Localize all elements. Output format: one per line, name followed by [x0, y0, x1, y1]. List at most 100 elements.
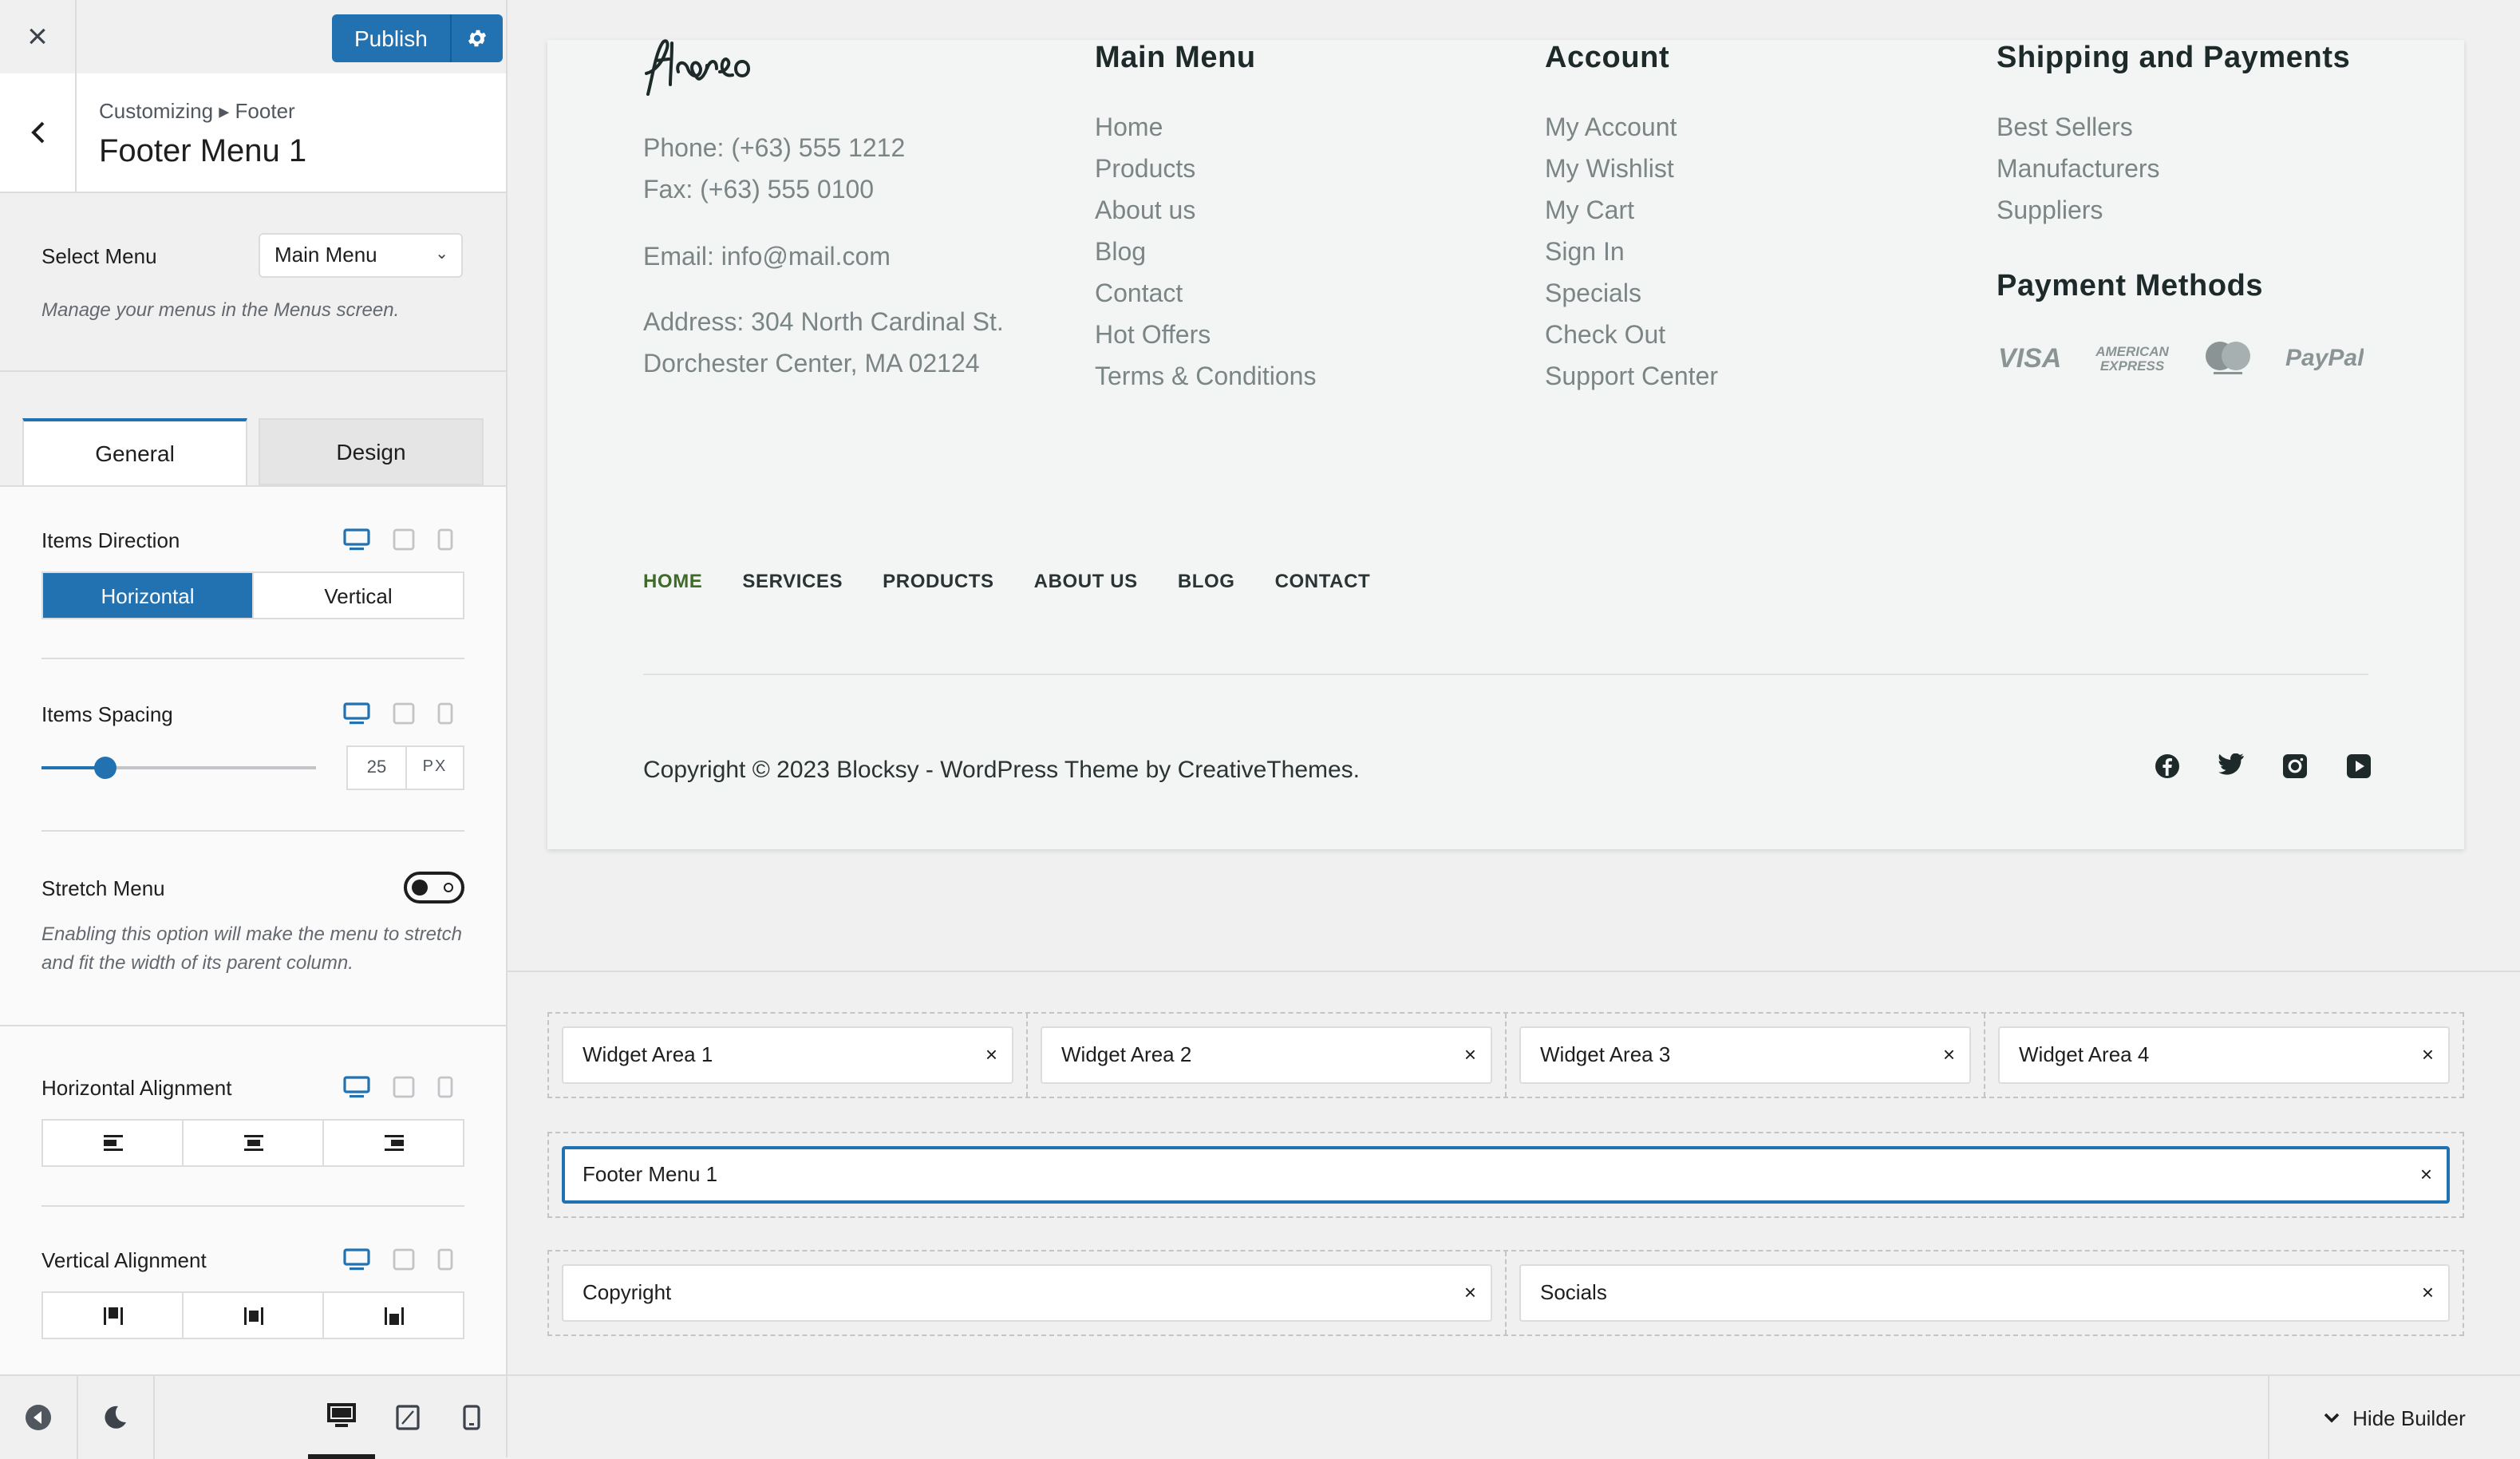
main-menu-link[interactable]: Hot Offers — [1095, 321, 1316, 362]
items-spacing-value[interactable]: 25 — [348, 747, 407, 789]
vertical-alignment-switch — [41, 1291, 464, 1339]
slider-handle[interactable] — [93, 757, 117, 779]
footer-nav-services[interactable]: SERVICES — [742, 570, 843, 592]
builder-item-widget-area-3[interactable]: Widget Area 3 × — [1519, 1026, 1971, 1084]
tab-design[interactable]: Design — [259, 418, 484, 485]
shipping-link[interactable]: Manufacturers — [1997, 155, 2160, 196]
account-link[interactable]: Check Out — [1545, 321, 1718, 362]
publish-settings-button[interactable] — [449, 14, 503, 62]
items-spacing-slider[interactable] — [41, 757, 316, 779]
mobile-icon[interactable] — [437, 528, 453, 551]
remove-icon[interactable]: × — [1464, 1266, 1476, 1320]
youtube-icon[interactable] — [2346, 753, 2372, 779]
tablet-icon[interactable] — [393, 528, 415, 551]
copyright-text: Copyright © 2023 Blocksy - WordPress The… — [643, 757, 1361, 784]
align-bottom-button[interactable] — [324, 1293, 463, 1338]
account-link[interactable]: Specials — [1545, 279, 1718, 321]
account-link[interactable]: Sign In — [1545, 238, 1718, 279]
tab-general[interactable]: General — [22, 418, 247, 485]
align-right-button[interactable] — [324, 1121, 463, 1165]
preview-mobile-button[interactable] — [439, 1376, 503, 1459]
desktop-icon[interactable] — [343, 1076, 370, 1098]
align-top-button[interactable] — [43, 1293, 184, 1338]
dark-mode-button[interactable] — [77, 1376, 155, 1459]
account-link[interactable]: My Wishlist — [1545, 155, 1718, 196]
desktop-icon[interactable] — [343, 528, 370, 551]
main-menu-link[interactable]: Blog — [1095, 238, 1316, 279]
shipping-link[interactable]: Suppliers — [1997, 196, 2160, 238]
tablet-icon[interactable] — [393, 1076, 415, 1098]
remove-icon[interactable]: × — [1464, 1028, 1476, 1082]
main-menu-link[interactable]: Terms & Conditions — [1095, 362, 1316, 404]
footer-preview: Phone: (+63) 555 1212 Fax: (+63) 555 010… — [547, 39, 2464, 849]
builder-item-copyright[interactable]: Copyright × — [562, 1264, 1492, 1322]
footer-nav-about-us[interactable]: ABOUT US — [1034, 570, 1138, 592]
remove-icon[interactable]: × — [2420, 1149, 2432, 1200]
remove-icon[interactable]: × — [2422, 1028, 2434, 1082]
builder-column: Widget Area 3 × — [1507, 1014, 1985, 1097]
mobile-icon[interactable] — [437, 1248, 453, 1271]
stretch-menu-toggle[interactable] — [404, 872, 464, 903]
builder-item-footer-menu-1[interactable]: Footer Menu 1 × — [562, 1146, 2450, 1204]
main-menu-link[interactable]: Products — [1095, 155, 1316, 196]
remove-icon[interactable]: × — [2422, 1266, 2434, 1320]
builder-item-widget-area-2[interactable]: Widget Area 2 × — [1041, 1026, 1492, 1084]
mobile-icon[interactable] — [437, 702, 453, 725]
site-logo[interactable] — [643, 34, 774, 105]
align-left-button[interactable] — [43, 1121, 184, 1165]
align-middle-button[interactable] — [184, 1293, 324, 1338]
main-menu-link[interactable]: Contact — [1095, 279, 1316, 321]
horizontal-alignment-switch — [41, 1119, 464, 1167]
customizer-header: × Publish — [0, 0, 506, 75]
shipping-heading: Shipping and Payments — [1997, 42, 2351, 75]
footer-nav-products[interactable]: PRODUCTS — [883, 570, 994, 592]
toggle-off-indicator — [444, 883, 453, 892]
facebook-icon[interactable] — [2155, 753, 2180, 779]
builder-row-middle: Footer Menu 1 × — [547, 1132, 2464, 1218]
desktop-icon[interactable] — [343, 702, 370, 725]
preview-desktop-button[interactable] — [308, 1376, 375, 1459]
hide-builder-button[interactable]: Hide Builder — [2268, 1376, 2520, 1459]
tablet-icon[interactable] — [393, 1248, 415, 1271]
twitter-icon[interactable] — [2218, 753, 2244, 779]
back-button[interactable] — [0, 73, 77, 192]
builder-column: Socials × — [1507, 1251, 2463, 1334]
main-menu-link[interactable]: Home — [1095, 113, 1316, 155]
builder-item-widget-area-1[interactable]: Widget Area 1 × — [562, 1026, 1013, 1084]
builder-bottom-bar: Hide Builder — [508, 1374, 2520, 1459]
account-link[interactable]: Support Center — [1545, 362, 1718, 404]
breadcrumb: Customizing ▸ Footer — [99, 99, 295, 123]
footer-nav-contact[interactable]: CONTACT — [1275, 570, 1371, 592]
footer-nav-blog[interactable]: BLOG — [1178, 570, 1235, 592]
builder-column: Copyright × — [549, 1251, 1507, 1334]
footer-nav-home[interactable]: HOME — [643, 570, 702, 592]
vertical-option[interactable]: Vertical — [254, 573, 463, 618]
divider — [41, 658, 464, 659]
instagram-icon[interactable] — [2282, 753, 2308, 779]
account-link[interactable]: My Cart — [1545, 196, 1718, 238]
preview-tablet-button[interactable] — [375, 1376, 439, 1459]
payment-methods-heading: Payment Methods — [1997, 270, 2264, 303]
select-menu-dropdown[interactable]: Main Menu ⌄ — [259, 233, 463, 278]
account-link[interactable]: My Account — [1545, 113, 1718, 155]
align-center-button[interactable] — [184, 1121, 324, 1165]
remove-icon[interactable]: × — [1943, 1028, 1955, 1082]
toggle-knob — [412, 880, 428, 896]
items-spacing-input[interactable]: 25 PX — [346, 745, 464, 790]
items-spacing-unit[interactable]: PX — [407, 747, 463, 789]
tablet-icon[interactable] — [393, 702, 415, 725]
builder-item-socials[interactable]: Socials × — [1519, 1264, 2450, 1322]
shipping-link[interactable]: Best Sellers — [1997, 113, 2160, 155]
remove-icon[interactable]: × — [985, 1028, 997, 1082]
builder-item-label: Footer Menu 1 — [583, 1162, 718, 1186]
mobile-icon[interactable] — [437, 1076, 453, 1098]
contact-email: Email: info@mail.com — [643, 244, 891, 271]
footer-builder: Widget Area 1 × Widget Area 2 × Widget Are… — [508, 971, 2520, 1374]
collapse-sidebar-button[interactable] — [0, 1376, 78, 1459]
main-menu-link[interactable]: About us — [1095, 196, 1316, 238]
publish-button[interactable]: Publish — [332, 14, 450, 62]
close-customizer-button[interactable]: × — [0, 0, 77, 73]
desktop-icon[interactable] — [343, 1248, 370, 1271]
horizontal-option[interactable]: Horizontal — [43, 573, 254, 618]
builder-item-widget-area-4[interactable]: Widget Area 4 × — [1998, 1026, 2450, 1084]
